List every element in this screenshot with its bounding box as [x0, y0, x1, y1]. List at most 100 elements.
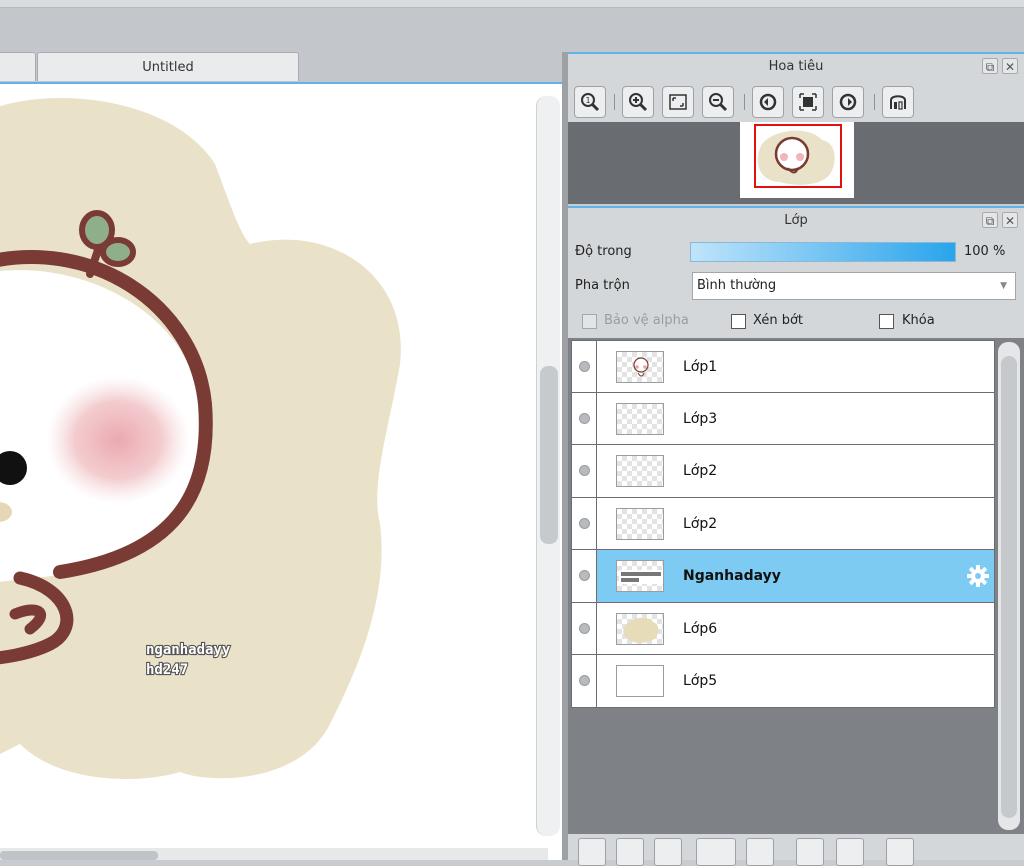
toolbar-strip — [0, 8, 1024, 52]
trash-icon[interactable] — [886, 838, 914, 866]
visibility-toggle[interactable] — [572, 602, 597, 654]
layer-row[interactable]: Lớp1 — [571, 340, 995, 393]
blend-label: Pha trộn — [575, 278, 630, 293]
scrollbar-thumb[interactable] — [540, 366, 558, 544]
window-top-strip — [0, 0, 1024, 8]
new-1bit-layer-icon[interactable] — [654, 838, 682, 866]
gear-icon[interactable] — [966, 564, 990, 588]
eye-icon — [579, 517, 590, 529]
layer-name: Lớp2 — [683, 515, 718, 532]
duplicate-layer-icon[interactable] — [796, 838, 824, 866]
layers-title: Lớp — [784, 213, 808, 228]
rotate-right-icon[interactable] — [832, 86, 864, 118]
new-8bit-layer-icon[interactable] — [616, 838, 644, 866]
toolbar-separator — [614, 94, 615, 110]
zoom-out-icon[interactable] — [702, 86, 734, 118]
navigator-view-rectangle[interactable] — [754, 124, 842, 188]
layer-thumbnail — [616, 507, 664, 540]
layer-row[interactable]: Lớp2 — [571, 445, 995, 498]
clipping-label: Xén bớt — [753, 313, 803, 328]
opacity-value: 100 % — [964, 244, 1006, 259]
layer-row-selected[interactable]: Nganhadayy — [571, 550, 995, 603]
thumbnail-art — [619, 570, 663, 584]
navigator-header: Hoa tiêu ⧉ ✕ — [568, 52, 1024, 80]
rotate-left-icon[interactable] — [752, 86, 784, 118]
layer-row[interactable]: Lớp5 — [571, 655, 995, 708]
canvas-vertical-scrollbar[interactable] — [536, 96, 560, 836]
layer-row[interactable]: Lớp3 — [571, 392, 995, 445]
layer-thumbnail — [616, 455, 664, 487]
eye-icon — [579, 570, 590, 581]
layer-thumbnail — [616, 351, 664, 383]
lock-label: Khóa — [902, 313, 935, 328]
eye-icon — [579, 465, 590, 476]
add-layer-menu-icon[interactable] — [696, 838, 736, 866]
watermark-line2: hd247 — [146, 662, 188, 678]
eye-icon — [579, 675, 590, 686]
toolbar-separator — [874, 94, 875, 110]
protect-alpha-label: Bảo vệ alpha — [604, 313, 689, 328]
protect-alpha-checkbox[interactable] — [582, 314, 597, 329]
visibility-toggle[interactable] — [572, 497, 597, 549]
navigator-preview-area[interactable] — [568, 122, 1024, 204]
layer-name: Lớp6 — [683, 620, 718, 637]
clipping-checkbox[interactable] — [731, 314, 746, 329]
chevron-down-icon: ▼ — [1000, 281, 1007, 291]
zoom-reset-icon[interactable]: 1 — [574, 86, 606, 118]
blush-mark — [46, 376, 190, 504]
toolbar-separator — [744, 94, 745, 110]
layer-name: Lớp5 — [683, 673, 718, 689]
visibility-toggle[interactable] — [572, 341, 597, 392]
layer-name: Nganhadayy — [683, 568, 781, 584]
visibility-toggle[interactable] — [572, 550, 597, 602]
merge-down-icon[interactable] — [836, 838, 864, 866]
flip-horizontal-icon[interactable] — [882, 86, 914, 118]
blend-mode-select[interactable]: Bình thường ▼ — [692, 272, 1016, 300]
navigator-toolbar: 1 — [568, 80, 1024, 122]
layer-thumbnail — [616, 402, 664, 435]
layer-properties: Độ trong 100 % Pha trộn Bình thường ▼ Bả… — [568, 234, 1024, 338]
drawing-canvas[interactable]: nganhadayy hd247 — [0, 82, 562, 860]
new-layer-icon[interactable] — [578, 838, 606, 866]
close-icon[interactable]: ✕ — [1002, 58, 1018, 74]
document-tabbar: Untitled — [0, 52, 562, 82]
opacity-label: Độ trong — [575, 244, 632, 259]
layer-row[interactable]: Lớp6 — [571, 602, 995, 655]
blend-mode-value: Bình thường — [697, 278, 777, 293]
lock-checkbox[interactable] — [879, 314, 894, 329]
eye-icon — [579, 361, 590, 372]
opacity-slider[interactable] — [690, 242, 956, 262]
folder-icon[interactable] — [746, 838, 774, 866]
layers-header: Lớp ⧉ ✕ — [568, 206, 1024, 234]
eye-icon — [579, 622, 590, 634]
sprout-leaf-right — [100, 237, 136, 267]
scrollbar-thumb[interactable] — [1001, 356, 1017, 818]
close-icon[interactable]: ✕ — [1002, 212, 1018, 228]
document-tab-previous[interactable] — [0, 52, 36, 81]
visibility-toggle[interactable] — [572, 655, 597, 707]
eye-icon — [579, 412, 590, 424]
canvas-horizontal-scrollbar[interactable] — [0, 848, 548, 860]
layer-name: Lớp2 — [683, 463, 718, 479]
watermark-line1: nganhadayy — [146, 642, 231, 658]
scrollbar-thumb[interactable] — [0, 851, 158, 860]
svg-text:1: 1 — [586, 96, 591, 105]
visibility-toggle[interactable] — [572, 392, 597, 444]
visibility-toggle[interactable] — [572, 445, 597, 497]
layer-name: Lớp3 — [683, 410, 718, 427]
navigator-thumbnail — [740, 122, 854, 198]
document-tab-untitled[interactable]: Untitled — [37, 52, 299, 81]
detach-icon[interactable]: ⧉ — [982, 58, 998, 74]
layer-thumbnail — [616, 612, 664, 645]
detach-icon[interactable]: ⧉ — [982, 212, 998, 228]
layer-row[interactable]: Lớp2 — [571, 497, 995, 550]
actual-size-icon[interactable] — [792, 86, 824, 118]
layer-list: Lớp1 Lớp3 Lớp2 Lớp2 Nganhadayy Lớp6 Lớp5 — [568, 338, 1024, 834]
zoom-in-icon[interactable] — [622, 86, 654, 118]
layer-thumbnail — [616, 560, 664, 592]
fit-screen-icon[interactable] — [662, 86, 694, 118]
thumbnail-art — [623, 617, 659, 643]
layer-list-scrollbar[interactable] — [998, 342, 1020, 830]
layer-thumbnail — [616, 665, 664, 697]
thumbnail-art — [633, 357, 649, 377]
